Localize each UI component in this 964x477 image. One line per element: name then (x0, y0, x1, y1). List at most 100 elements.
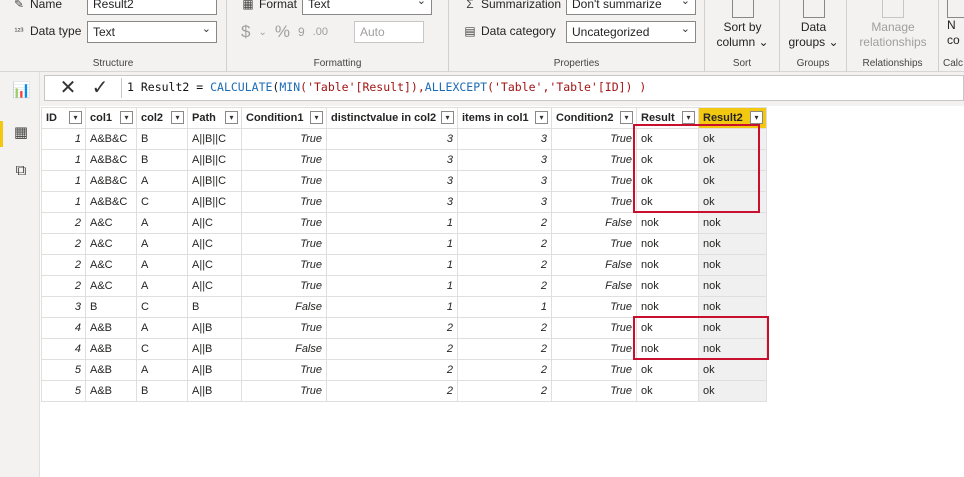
table-cell[interactable]: nok (636, 212, 699, 234)
filter-dropdown-icon[interactable]: ▾ (225, 111, 238, 124)
table-cell[interactable]: A&B&C (85, 128, 137, 150)
table-cell[interactable]: False (551, 254, 637, 276)
report-view-icon[interactable]: 📊 (12, 82, 31, 100)
table-cell[interactable]: True (551, 359, 637, 381)
column-header-col2[interactable]: col2 ▾ (136, 107, 188, 129)
table-cell[interactable]: B (136, 149, 188, 171)
table-cell[interactable]: 1 (326, 233, 458, 255)
manage-relationships-button[interactable]: Manage relationships (847, 0, 939, 50)
table-cell[interactable]: 4 (41, 317, 86, 339)
table-cell[interactable]: True (551, 233, 637, 255)
column-header-id[interactable]: ID ▾ (41, 107, 86, 129)
table-cell[interactable]: ok (636, 380, 699, 402)
table-cell[interactable]: 2 (41, 275, 86, 297)
filter-dropdown-icon[interactable]: ▾ (620, 111, 633, 124)
table-cell[interactable]: False (551, 212, 637, 234)
table-cell[interactable]: A (136, 359, 188, 381)
table-cell[interactable]: 2 (326, 338, 458, 360)
table-cell[interactable]: A||B (187, 380, 242, 402)
table-cell[interactable]: 2 (41, 233, 86, 255)
table-cell[interactable]: nok (636, 296, 699, 318)
table-cell[interactable]: A||B (187, 317, 242, 339)
table-cell[interactable]: 2 (457, 254, 552, 276)
filter-dropdown-icon[interactable]: ▾ (69, 111, 82, 124)
chevron-down-icon[interactable]: ⌄ (258, 27, 266, 38)
column-header-result2[interactable]: Result2 ▾ (698, 107, 767, 129)
column-header-items[interactable]: items in col1 ▾ (457, 107, 552, 129)
table-cell[interactable]: A||B (187, 338, 242, 360)
table-cell[interactable]: A||C (187, 275, 242, 297)
table-cell[interactable]: A&B&C (85, 191, 137, 213)
table-cell[interactable]: A&B (85, 380, 137, 402)
table-cell[interactable]: True (551, 191, 637, 213)
table-cell[interactable]: True (241, 380, 327, 402)
column-header-path[interactable]: Path ▾ (187, 107, 242, 129)
table-cell[interactable]: False (241, 338, 327, 360)
table-cell[interactable]: A||B||C (187, 128, 242, 150)
datatype-dropdown[interactable]: Text (87, 21, 217, 43)
summarization-dropdown[interactable]: Don't summarize (566, 0, 696, 15)
table-cell[interactable]: True (551, 296, 637, 318)
table-cell[interactable]: 2 (326, 317, 458, 339)
table-cell[interactable]: nok (636, 338, 699, 360)
cancel-formula-icon[interactable]: ✕ (51, 76, 85, 100)
table-cell[interactable]: 1 (326, 296, 458, 318)
table-cell[interactable]: True (551, 317, 637, 339)
table-cell[interactable]: C (136, 191, 188, 213)
table-cell[interactable]: A (136, 233, 188, 255)
table-cell[interactable]: A||C (187, 254, 242, 276)
table-cell[interactable]: True (551, 380, 637, 402)
table-cell[interactable]: nok (636, 275, 699, 297)
table-cell[interactable]: 3 (457, 170, 552, 192)
table-cell[interactable]: True (241, 275, 327, 297)
table-cell[interactable]: 1 (41, 191, 86, 213)
filter-dropdown-icon[interactable]: ▾ (682, 111, 695, 124)
filter-dropdown-icon[interactable]: ▾ (535, 111, 548, 124)
table-cell[interactable]: A||B||C (187, 149, 242, 171)
column-header-distinctvalue[interactable]: distinctvalue in col2 ▾ (326, 107, 458, 129)
table-cell[interactable]: ok (698, 380, 767, 402)
table-cell[interactable]: True (241, 233, 327, 255)
table-cell[interactable]: 3 (326, 149, 458, 171)
name-input[interactable]: Result2 (87, 0, 217, 15)
table-cell[interactable]: 1 (326, 275, 458, 297)
table-cell[interactable]: A||C (187, 233, 242, 255)
table-cell[interactable]: A||B||C (187, 191, 242, 213)
column-header-result[interactable]: Result ▾ (636, 107, 699, 129)
table-cell[interactable]: A (136, 317, 188, 339)
filter-dropdown-icon[interactable]: ▾ (441, 111, 454, 124)
table-cell[interactable]: A&C (85, 212, 137, 234)
column-header-condition1[interactable]: Condition1 ▾ (241, 107, 327, 129)
table-cell[interactable]: True (241, 317, 327, 339)
table-cell[interactable]: ok (636, 359, 699, 381)
table-cell[interactable]: A&C (85, 233, 137, 255)
column-header-col1[interactable]: col1 ▾ (85, 107, 137, 129)
table-cell[interactable]: True (551, 149, 637, 171)
table-cell[interactable]: 2 (457, 275, 552, 297)
table-cell[interactable]: True (241, 170, 327, 192)
table-cell[interactable]: False (551, 275, 637, 297)
table-cell[interactable]: False (241, 296, 327, 318)
decimal-places-input[interactable]: Auto (354, 21, 424, 43)
model-view-icon[interactable]: ⧉ (12, 162, 30, 180)
table-cell[interactable]: B (187, 296, 242, 318)
table-cell[interactable]: A (136, 170, 188, 192)
table-cell[interactable]: ok (636, 170, 699, 192)
table-cell[interactable]: 2 (457, 212, 552, 234)
format-dropdown[interactable]: Text (302, 0, 432, 15)
table-cell[interactable]: True (241, 149, 327, 171)
table-cell[interactable]: C (136, 338, 188, 360)
data-groups-button[interactable]: Data groups ⌄ (780, 0, 847, 50)
table-cell[interactable]: 3 (457, 149, 552, 171)
filter-dropdown-icon[interactable]: ▾ (171, 111, 184, 124)
table-cell[interactable]: 4 (41, 338, 86, 360)
table-cell[interactable]: 3 (326, 191, 458, 213)
table-cell[interactable]: True (241, 212, 327, 234)
table-cell[interactable]: A||B (187, 359, 242, 381)
filter-dropdown-icon[interactable]: ▾ (120, 111, 133, 124)
table-cell[interactable]: 1 (457, 296, 552, 318)
table-cell[interactable]: True (551, 170, 637, 192)
decimal-button[interactable]: .00 (313, 26, 328, 38)
table-cell[interactable]: ok (698, 191, 767, 213)
table-cell[interactable]: 2 (457, 233, 552, 255)
